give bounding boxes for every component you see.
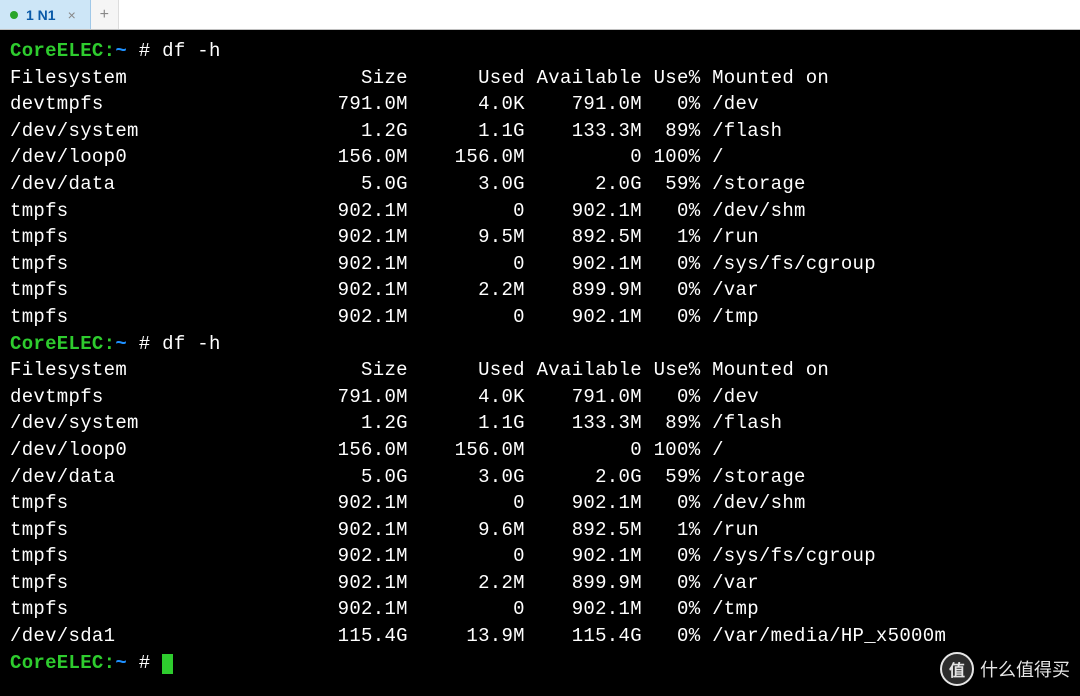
prompt-path: ~ [115, 652, 127, 674]
df-row: tmpfs 902.1M 0 902.1M 0% /tmp [10, 306, 759, 328]
prompt-hash: # [139, 652, 151, 674]
df-row: /dev/data 5.0G 3.0G 2.0G 59% /storage [10, 173, 806, 195]
df-row: /dev/system 1.2G 1.1G 133.3M 89% /flash [10, 120, 782, 142]
df-row: tmpfs 902.1M 9.6M 892.5M 1% /run [10, 519, 759, 541]
df-row: /dev/loop0 156.0M 156.0M 0 100% / [10, 146, 724, 168]
df-row: /dev/loop0 156.0M 156.0M 0 100% / [10, 439, 724, 461]
df-row: /dev/sda1 115.4G 13.9M 115.4G 0% /var/me… [10, 625, 946, 647]
df-row: tmpfs 902.1M 9.5M 892.5M 1% /run [10, 226, 759, 248]
df-row: tmpfs 902.1M 0 902.1M 0% /dev/shm [10, 200, 806, 222]
df-row: tmpfs 902.1M 0 902.1M 0% /sys/fs/cgroup [10, 253, 876, 275]
df-row: tmpfs 902.1M 2.2M 899.9M 0% /var [10, 572, 759, 594]
terminal-tab[interactable]: 1 N1 × [0, 0, 91, 29]
prompt-hash: # [139, 40, 151, 62]
tab-bar: 1 N1 × + [0, 0, 1080, 30]
df-row: tmpfs 902.1M 0 902.1M 0% /sys/fs/cgroup [10, 545, 876, 567]
prompt-host: CoreELEC: [10, 40, 115, 62]
command-text: df -h [162, 333, 221, 355]
prompt-path: ~ [115, 40, 127, 62]
df-row: devtmpfs 791.0M 4.0K 791.0M 0% /dev [10, 93, 759, 115]
cursor [162, 654, 173, 674]
prompt-host: CoreELEC: [10, 333, 115, 355]
prompt-host: CoreELEC: [10, 652, 115, 674]
df-row: tmpfs 902.1M 0 902.1M 0% /tmp [10, 598, 759, 620]
df-row: tmpfs 902.1M 2.2M 899.9M 0% /var [10, 279, 759, 301]
df-header: Filesystem Size Used Available Use% Moun… [10, 67, 829, 89]
connection-status-icon [10, 11, 18, 19]
close-icon[interactable]: × [64, 7, 80, 23]
prompt-path: ~ [115, 333, 127, 355]
add-tab-button[interactable]: + [91, 0, 119, 29]
terminal-output[interactable]: CoreELEC:~ # df -h Filesystem Size Used … [0, 30, 1080, 676]
df-row: /dev/data 5.0G 3.0G 2.0G 59% /storage [10, 466, 806, 488]
command-text: df -h [162, 40, 221, 62]
df-row: /dev/system 1.2G 1.1G 133.3M 89% /flash [10, 412, 782, 434]
df-header: Filesystem Size Used Available Use% Moun… [10, 359, 829, 381]
df-row: devtmpfs 791.0M 4.0K 791.0M 0% /dev [10, 386, 759, 408]
df-row: tmpfs 902.1M 0 902.1M 0% /dev/shm [10, 492, 806, 514]
tab-label: 1 N1 [26, 7, 56, 23]
prompt-hash: # [139, 333, 151, 355]
plus-icon: + [99, 6, 109, 24]
